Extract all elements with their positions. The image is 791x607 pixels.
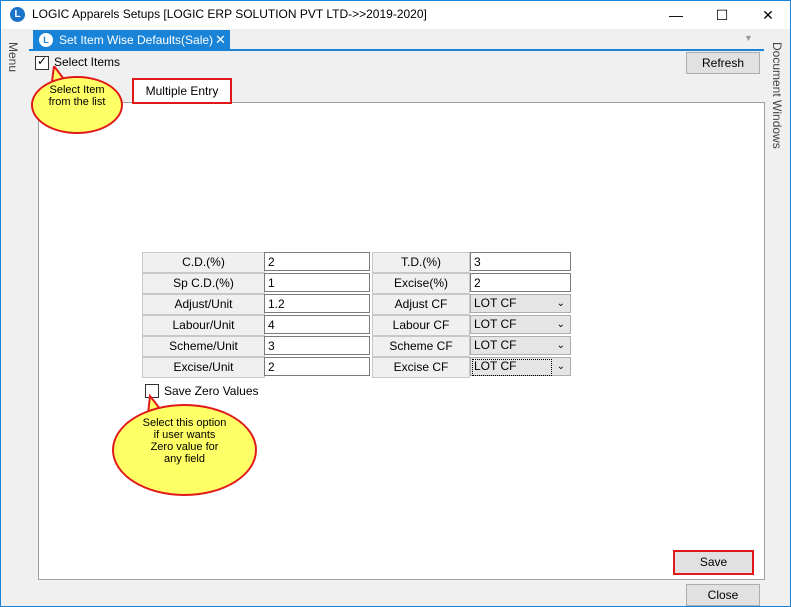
callout-line: if user wants [153,429,216,441]
excise-cf-select[interactable]: LOT CF ⌄ [470,357,571,376]
minimize-button[interactable]: — [653,1,699,29]
chevron-down-icon: ⌄ [556,340,565,351]
labour-cf-label: Labour CF [372,315,470,336]
save-button[interactable]: Save [673,550,754,575]
callout-line: Zero value for [150,441,219,453]
callout-line: Select Item [49,84,105,96]
tab-multiple-entry[interactable]: Multiple Entry [132,78,232,104]
labour-unit-label: Labour/Unit [142,315,265,336]
adjust-cf-label: Adjust CF [372,294,470,315]
tab-logo-icon: L [39,33,53,47]
chevron-down-icon: ⌄ [556,298,565,309]
chevron-down-icon: ⌄ [556,361,565,372]
td-label: T.D.(%) [372,252,470,273]
tab-list-dropdown-icon[interactable]: ▼ [744,33,753,43]
callout-line: from the list [48,96,106,108]
document-windows-side-tab[interactable]: Document Windows [770,42,784,149]
scheme-cf-select[interactable]: LOT CF ⌄ [470,336,571,355]
adjust-cf-select[interactable]: LOT CF ⌄ [470,294,571,313]
save-zero-values-label: Save Zero Values [164,384,259,398]
excise-cf-label: Excise CF [372,357,470,378]
tab-label: Set Item Wise Defaults(Sale) [59,33,214,47]
focus-rectangle [472,359,552,376]
adjust-unit-label: Adjust/Unit [142,294,265,315]
scheme-cf-value: LOT CF [474,338,517,352]
excise-unit-input[interactable]: 2 [264,357,370,376]
tab-set-item-wise-defaults[interactable]: L Set Item Wise Defaults(Sale) ✕ [33,30,230,50]
left-side-strip [1,29,29,605]
save-zero-callout: Select this option if user wants Zero va… [112,404,257,496]
callout-line: any field [164,453,205,465]
close-button[interactable]: Close [686,584,760,606]
sp-cd-input[interactable]: 1 [264,273,370,292]
adjust-cf-value: LOT CF [474,296,517,310]
tab-close-icon[interactable]: ✕ [215,32,226,48]
adjust-unit-input[interactable]: 1.2 [264,294,370,313]
window-title: LOGIC Apparels Setups [LOGIC ERP SOLUTIO… [32,7,427,21]
sp-cd-label: Sp C.D.(%) [142,273,265,294]
app-logo-icon: L [10,7,25,22]
excise-pct-input[interactable]: 2 [470,273,571,292]
excise-unit-label: Excise/Unit [142,357,265,378]
select-item-callout: Select Item from the list [31,76,123,134]
labour-unit-input[interactable]: 4 [264,315,370,334]
labour-cf-value: LOT CF [474,317,517,331]
td-input[interactable]: 3 [470,252,571,271]
cd-label: C.D.(%) [142,252,265,273]
select-items-checkbox[interactable] [35,54,49,70]
cd-input[interactable]: 2 [264,252,370,271]
menu-side-tab[interactable]: Menu [6,42,20,72]
refresh-button[interactable]: Refresh [686,52,760,74]
scheme-cf-label: Scheme CF [372,336,470,357]
scheme-unit-input[interactable]: 3 [264,336,370,355]
chevron-down-icon: ⌄ [556,319,565,330]
callout-line: Select this option [142,417,227,429]
scheme-unit-label: Scheme/Unit [142,336,265,357]
title-bar: L LOGIC Apparels Setups [LOGIC ERP SOLUT… [1,1,790,29]
labour-cf-select[interactable]: LOT CF ⌄ [470,315,571,334]
excise-pct-label: Excise(%) [372,273,470,294]
maximize-button[interactable]: ☐ [699,1,745,29]
close-window-button[interactable]: ✕ [745,1,791,29]
